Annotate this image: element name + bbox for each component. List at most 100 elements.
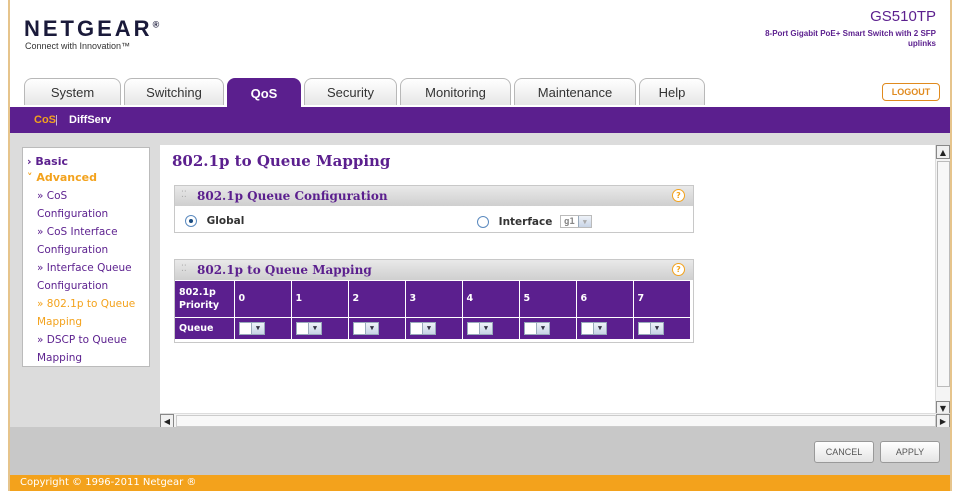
chevron-down-icon: ▼ xyxy=(649,322,663,334)
priority-cell: 6 xyxy=(576,281,634,318)
queue-select[interactable]: 2 ▼ xyxy=(466,321,493,335)
tab-maintenance[interactable]: Maintenance xyxy=(514,78,636,105)
vertical-scrollbar[interactable]: ▲ ▼ xyxy=(935,145,950,415)
queue-select[interactable]: 1 ▼ xyxy=(238,321,265,335)
global-radio[interactable] xyxy=(185,215,197,227)
content-area: › Basic ˅ Advanced » CoS Configuration »… xyxy=(10,133,950,428)
chevron-down-icon: ▼ xyxy=(250,322,264,334)
priority-header-line1: 802.1p xyxy=(179,286,216,298)
chevron-down-icon: ▼ xyxy=(577,216,591,227)
mapping-table: 802.1p Priority 0 1 2 3 4 5 6 7 Queue 1 ▼ … xyxy=(175,281,690,340)
queue-row: Queue 1 ▼ 0 ▼ 0 ▼ 1 ▼ 2 ▼ 2 ▼ 3 ▼ 3 ▼ xyxy=(175,317,690,340)
queue-select-value: 1 xyxy=(242,323,248,333)
help-icon[interactable]: ? xyxy=(672,263,685,276)
sidebar-item-dscp-to-queue-mapping-cont[interactable]: Mapping xyxy=(37,349,149,367)
tab-monitoring[interactable]: Monitoring xyxy=(400,78,511,105)
priority-cell: 5 xyxy=(519,281,577,318)
device-description: 8-Port Gigabit PoE+ Smart Switch with 2 … xyxy=(765,29,936,48)
tab-switching[interactable]: Switching xyxy=(124,78,224,105)
queue-cell: 0 ▼ xyxy=(348,317,406,340)
scroll-left-icon[interactable]: ◀ xyxy=(160,414,174,428)
queue-cell: 1 ▼ xyxy=(234,317,292,340)
queue-select[interactable]: 0 ▼ xyxy=(295,321,322,335)
queue-cell: 2 ▼ xyxy=(462,317,520,340)
queue-cell: 3 ▼ xyxy=(633,317,690,340)
cancel-button[interactable]: CANCEL xyxy=(814,441,874,463)
priority-cell: 2 xyxy=(348,281,406,318)
vertical-scroll-thumb[interactable] xyxy=(937,161,950,387)
help-icon[interactable]: ? xyxy=(672,189,685,202)
queue-select-value: 2 xyxy=(527,323,533,333)
horizontal-scrollbar[interactable]: ◀ ▶ xyxy=(160,413,950,428)
sidebar: › Basic ˅ Advanced » CoS Configuration »… xyxy=(22,147,150,367)
global-option[interactable]: Global xyxy=(185,215,244,227)
priority-cell: 4 xyxy=(462,281,520,318)
copyright-bar: Copyright © 1996-2011 Netgear ® xyxy=(10,475,950,491)
sidebar-item-interface-queue-configuration[interactable]: » Interface Queue xyxy=(37,259,149,277)
logout-button[interactable]: LOGOUT xyxy=(882,83,940,101)
queue-cell: 0 ▼ xyxy=(291,317,349,340)
scroll-right-icon[interactable]: ▶ xyxy=(936,414,950,428)
queue-select-value: 0 xyxy=(299,323,305,333)
tab-qos[interactable]: QoS xyxy=(227,78,301,107)
sidebar-item-cos-configuration[interactable]: » CoS xyxy=(37,187,149,205)
main-tabs: System Switching QoS Security Monitoring… xyxy=(24,78,708,107)
queue-cell: 1 ▼ xyxy=(405,317,463,340)
queue-select[interactable]: 0 ▼ xyxy=(352,321,379,335)
interface-radio[interactable] xyxy=(477,215,489,228)
queue-select-value: 3 xyxy=(584,323,590,333)
sidebar-item-cos-interface-configuration[interactable]: » CoS Interface xyxy=(37,223,149,241)
panel-header: ⁚⁚ 802.1p Queue Configuration ? xyxy=(175,186,693,206)
priority-cell: 1 xyxy=(291,281,349,318)
subnav-diffserv[interactable]: DiffServ xyxy=(69,114,111,126)
queue-select-value: 0 xyxy=(356,323,362,333)
queue-cell: 3 ▼ xyxy=(576,317,634,340)
drag-handle-icon: ⁚⁚ xyxy=(181,190,187,200)
queue-select[interactable]: 1 ▼ xyxy=(409,321,436,335)
global-label: Global xyxy=(206,215,245,227)
queue-select[interactable]: 3 ▼ xyxy=(580,321,607,335)
subnav-cos[interactable]: CoS xyxy=(34,114,56,126)
sidebar-advanced[interactable]: ˅ Advanced xyxy=(27,171,149,187)
scroll-up-icon[interactable]: ▲ xyxy=(936,145,950,159)
tab-security[interactable]: Security xyxy=(304,78,397,105)
horizontal-scroll-thumb[interactable] xyxy=(176,415,936,427)
sidebar-item-cos-interface-configuration-cont[interactable]: Configuration xyxy=(37,241,149,259)
subnav-separator: | xyxy=(55,114,58,126)
chevron-down-icon: ▼ xyxy=(364,322,378,334)
sidebar-basic[interactable]: › Basic xyxy=(27,155,149,171)
priority-header: 802.1p Priority xyxy=(175,281,235,318)
queue-cell: 2 ▼ xyxy=(519,317,577,340)
sidebar-item-interface-queue-configuration-cont[interactable]: Configuration xyxy=(37,277,149,295)
panel-header: ⁚⁚ 802.1p to Queue Mapping ? xyxy=(175,260,693,280)
sidebar-item-cos-configuration-cont[interactable]: Configuration xyxy=(37,205,149,223)
interface-option[interactable]: Interface g1 ▼ xyxy=(477,215,592,228)
tab-help[interactable]: Help xyxy=(639,78,705,105)
priority-row: 802.1p Priority 0 1 2 3 4 5 6 7 xyxy=(175,281,690,318)
queue-select-value: 3 xyxy=(641,323,647,333)
apply-button[interactable]: APPLY xyxy=(880,441,940,463)
interface-select-value: g1 xyxy=(564,216,575,227)
queue-select[interactable]: 2 ▼ xyxy=(523,321,550,335)
sidebar-item-dscp-to-queue-mapping[interactable]: » DSCP to Queue xyxy=(37,331,149,349)
chevron-down-icon: ▼ xyxy=(421,322,435,334)
header: NETGEAR® Connect with Innovation™ GS510T… xyxy=(10,0,950,107)
queue-mapping-panel: ⁚⁚ 802.1p to Queue Mapping ? 802.1p Prior… xyxy=(174,259,694,343)
queue-select-value: 2 xyxy=(470,323,476,333)
device-model: GS510TP xyxy=(870,8,936,25)
interface-select[interactable]: g1 ▼ xyxy=(560,215,592,228)
action-bar: CANCEL APPLY xyxy=(10,427,950,475)
drag-handle-icon: ⁚⁚ xyxy=(181,264,187,274)
sidebar-item-8021p-to-queue-mapping-cont[interactable]: Mapping xyxy=(37,313,149,331)
logo-text: NETGEAR xyxy=(24,16,153,41)
tagline: Connect with Innovation™ xyxy=(25,41,131,51)
queue-select[interactable]: 3 ▼ xyxy=(637,321,664,335)
chevron-down-icon: ▼ xyxy=(535,322,549,334)
sidebar-item-8021p-to-queue-mapping[interactable]: » 802.1p to Queue xyxy=(37,295,149,313)
netgear-logo: NETGEAR® xyxy=(24,16,159,42)
queue-header: Queue xyxy=(175,317,235,340)
page-title: 802.1p to Queue Mapping xyxy=(172,152,391,170)
main-panel: 802.1p to Queue Mapping ⁚⁚ 802.1p Queue … xyxy=(160,145,950,428)
tab-system[interactable]: System xyxy=(24,78,121,105)
panel-title: 802.1p Queue Configuration xyxy=(197,189,388,203)
